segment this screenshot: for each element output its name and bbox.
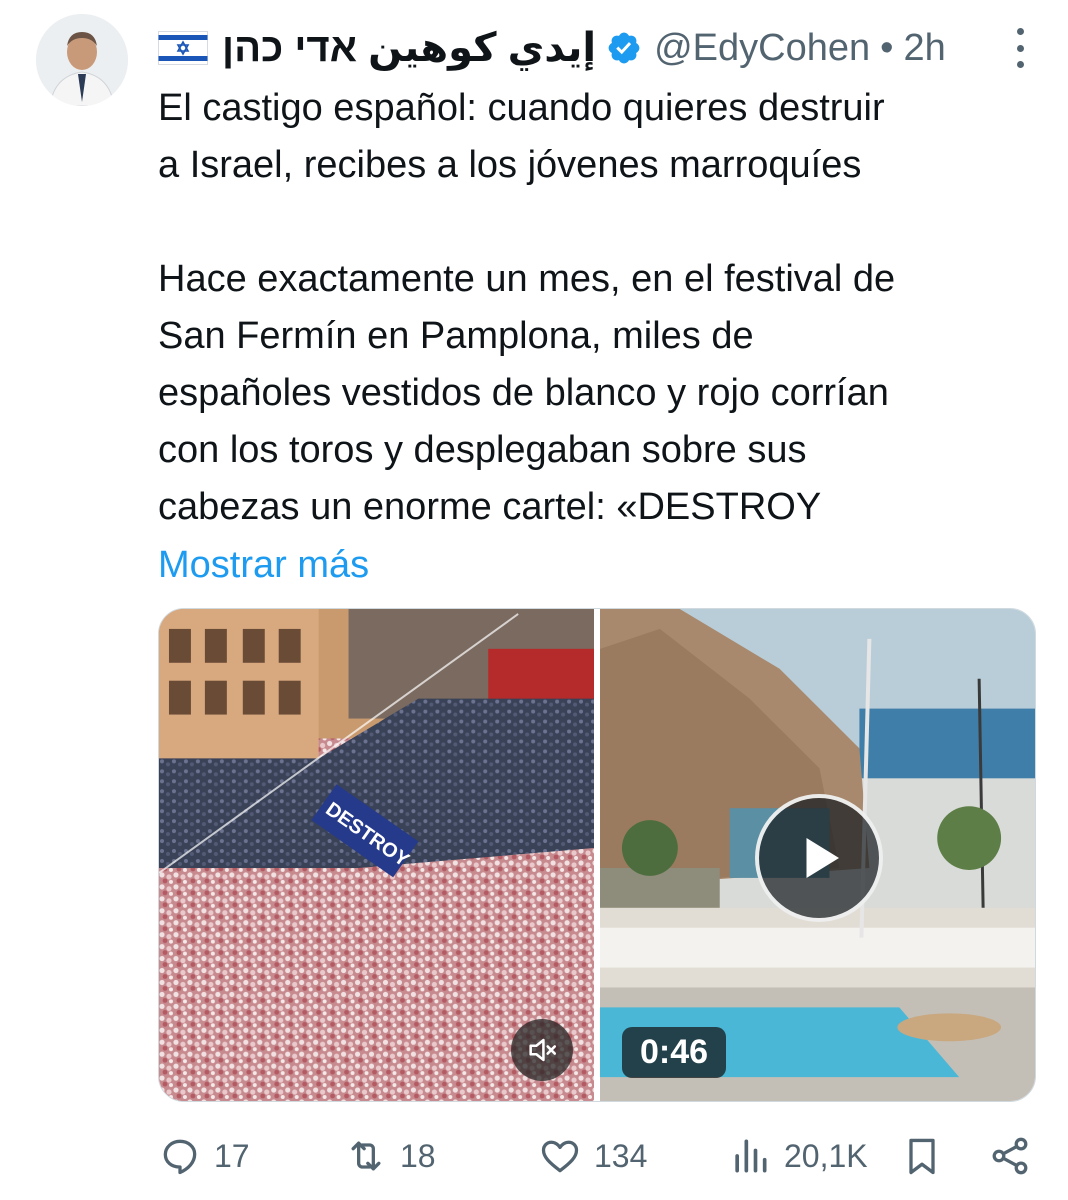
- retweet-icon: [351, 1141, 381, 1171]
- views-chart-icon: [735, 1139, 767, 1173]
- video-duration: 0:46: [622, 1027, 727, 1078]
- tweet-text-line: españoles vestidos de blanco y rojo corr…: [158, 372, 889, 414]
- like-count: 134: [594, 1137, 648, 1174]
- tweet-text-line: El castigo español: cuando quieres destr…: [158, 87, 885, 129]
- mute-button[interactable]: [511, 1019, 573, 1081]
- share-button[interactable]: [988, 1134, 1044, 1178]
- speaker-muted-icon: [529, 1038, 557, 1062]
- views-count: 20,1K: [784, 1137, 868, 1174]
- video-right[interactable]: 0:46: [600, 609, 1035, 1101]
- tweet-text-line: a Israel, recibes a los jóvenes marroquí…: [158, 144, 862, 186]
- reply-icon: [163, 1139, 197, 1175]
- more-options-icon[interactable]: [1010, 28, 1030, 68]
- play-button[interactable]: [755, 794, 883, 922]
- verified-badge-icon[interactable]: [606, 30, 642, 66]
- avatar[interactable]: [36, 14, 128, 106]
- tweet-header: إيدي كوهين אדי כהן @EdyCohen • 2h: [158, 22, 1028, 74]
- tweet-text-line: San Fermín en Pamplona, miles de: [158, 315, 754, 357]
- media-grid: DESTROY 0:46: [158, 608, 1036, 1102]
- share-icon: [992, 1137, 1028, 1175]
- like-button[interactable]: 134: [538, 1134, 647, 1178]
- heart-icon: [541, 1140, 579, 1173]
- tweet-actions: 17 18 134 20,1K: [158, 1128, 1038, 1184]
- tweet-text-line: con los toros y desplegaban sobre sus: [158, 429, 807, 471]
- author-display-name[interactable]: إيدي كوهين אדי כהן: [222, 25, 596, 71]
- tweet-text-line: Hace exactamente un mes, en el festival …: [158, 258, 896, 300]
- reply-button[interactable]: 17: [158, 1134, 250, 1178]
- avatar-image: [36, 14, 128, 106]
- tweet-timestamp[interactable]: 2h: [903, 27, 945, 70]
- reply-count: 17: [214, 1137, 250, 1174]
- views-button[interactable]: 20,1K: [728, 1134, 868, 1178]
- tweet-text-line: cabezas un enorme cartel: «DESTROY: [158, 486, 822, 528]
- bookmark-icon: [909, 1138, 935, 1175]
- show-more-link[interactable]: Mostrar más: [158, 537, 369, 594]
- author-handle[interactable]: @EdyCohen: [654, 27, 870, 70]
- bookmark-button[interactable]: [900, 1134, 956, 1178]
- retweet-count: 18: [400, 1137, 436, 1174]
- video-left[interactable]: DESTROY: [159, 609, 594, 1101]
- israel-flag-icon: [158, 31, 208, 65]
- tweet-text: El castigo español: cuando quieres destr…: [158, 80, 1038, 536]
- retweet-button[interactable]: 18: [344, 1134, 436, 1178]
- header-separator: •: [880, 26, 894, 69]
- play-icon: [806, 838, 839, 878]
